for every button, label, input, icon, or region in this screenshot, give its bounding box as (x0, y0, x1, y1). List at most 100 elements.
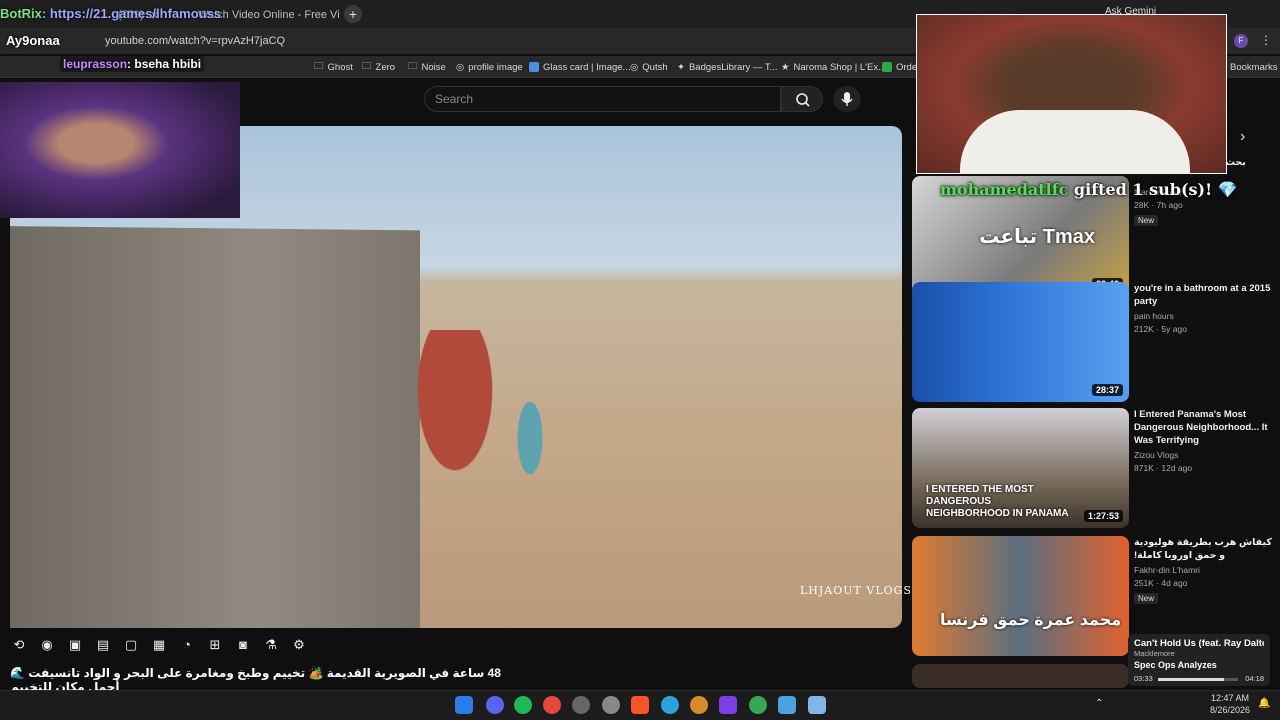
track-progress[interactable] (1158, 678, 1238, 681)
video-scene-person (390, 330, 520, 530)
brave-icon[interactable] (631, 696, 649, 714)
profile-avatar[interactable]: F (1234, 34, 1248, 48)
chrome-icon[interactable] (749, 696, 767, 714)
bookmark-item[interactable]: 🗀 Ghost (314, 60, 353, 74)
thumbnail-text: تباعت Tmax (979, 226, 1095, 248)
mic-icon (841, 92, 853, 106)
bookmark-item[interactable]: ★ Naroma Shop | L'Ex... (781, 60, 886, 74)
subtitles-icon[interactable]: ▦ (150, 637, 168, 653)
new-badge: New (1134, 593, 1159, 604)
bot-name: BotRix (0, 6, 42, 21)
view-count: 28K · 7h ago (1134, 200, 1183, 210)
plus-icon (882, 62, 892, 72)
video-meta[interactable]: I Entered Panama's Most Dangerous Neighb… (1134, 408, 1274, 473)
bookmark-item[interactable]: ◎ profile image (456, 60, 523, 74)
add-icon[interactable]: ⊞ (206, 637, 224, 653)
clock-date: 8/26/2026 (1209, 705, 1251, 715)
thumbnail-text: I ENTERED THE MOST DANGEROUS NEIGHBORHOO… (926, 484, 1069, 519)
github-icon[interactable] (602, 696, 620, 714)
windows-start-icon[interactable] (455, 696, 473, 714)
progress-fill (1158, 678, 1225, 681)
channel-name[interactable]: pain hours (1134, 311, 1274, 321)
taskbar-clock[interactable]: 12:47 AM 8/26/2026 (1205, 692, 1255, 716)
folder-icon: 🗀 (314, 61, 324, 72)
screenshot-icon[interactable]: ▢ (122, 637, 140, 653)
gift-user: mohamedatlfc (940, 180, 1069, 199)
app-icon[interactable] (778, 696, 796, 714)
camera-icon[interactable]: ◙ (234, 637, 252, 653)
video-watermark: LHJAOUT VLOGS (800, 584, 912, 597)
search-input[interactable]: Search (424, 86, 781, 112)
total-time: 04:18 (1245, 674, 1264, 683)
video-title: كيفاش هرب بطريقة هوليودية و حمق اوروبا ك… (1134, 537, 1272, 561)
globe-icon: ◎ (456, 61, 465, 73)
notepad-icon[interactable] (808, 696, 826, 714)
voice-search-button[interactable] (833, 86, 861, 112)
media-widget[interactable]: Can't Hold Us (feat. Ray Dalton) Macklem… (1128, 634, 1270, 686)
bookmark-item[interactable]: 🗀 Zero (362, 60, 395, 74)
clip-icon[interactable]: ▤ (94, 637, 112, 653)
video-thumbnail[interactable]: محمد عمرة حمق فرنسا (912, 536, 1129, 656)
chat-user: leuprasson (63, 57, 128, 71)
chat-text: : bseha hbibi (127, 57, 202, 71)
bookmark-item[interactable]: Glass card | Image... (529, 60, 630, 74)
speed-icon[interactable]: ◔ (178, 637, 196, 653)
view-count: 871K · 12d ago (1134, 463, 1193, 473)
bookmark-item[interactable]: ✦ BadgesLibrary — T... (677, 60, 778, 74)
player-controls: ⟲ ◉ ▣ ▤ ▢ ▦ ◔ ⊞ ◙ ⚗ ⚙ (10, 634, 308, 656)
view-count: 212K · 5y ago (1134, 324, 1187, 334)
url-field[interactable]: youtube.com/watch?v=rpvAzH7jaCQ (105, 35, 285, 47)
audio-icon[interactable]: ◉ (38, 637, 56, 653)
notification-icon[interactable]: 🔔 (1258, 698, 1270, 709)
new-tab-button[interactable]: + (344, 5, 362, 23)
menu-icon[interactable]: ⋮ (1260, 33, 1272, 47)
bookmark-item[interactable]: ◎ Qutsh (630, 60, 668, 74)
track-artist: Macklemore (1134, 649, 1175, 658)
reaction-overlay-shirt (960, 110, 1190, 174)
discord-icon[interactable] (486, 696, 504, 714)
chevron-up-icon[interactable]: ⌃ (1095, 698, 1103, 709)
telegram-icon[interactable] (661, 696, 679, 714)
view-count: 251K · 4d ago (1134, 578, 1188, 588)
chrome-icon[interactable] (543, 696, 561, 714)
streamer-webcam (0, 82, 240, 218)
video-thumbnail[interactable]: 28:37 (912, 282, 1129, 402)
duration-badge: 28:37 (1091, 384, 1123, 396)
app-icon[interactable] (719, 696, 737, 714)
next-track: Spec Ops Analyzes (1134, 660, 1217, 670)
star-icon: ★ (781, 61, 790, 73)
all-bookmarks[interactable]: Bookmarks (1230, 60, 1278, 74)
badge-icon: ✦ (677, 61, 685, 73)
video-meta[interactable]: you're in a bathroom at a 2015 party pai… (1134, 282, 1274, 334)
video-thumbnail[interactable]: I ENTERED THE MOST DANGEROUS NEIGHBORHOO… (912, 408, 1129, 528)
gift-alert: mohamedatlfc gifted 1 sub(s)! 💎 (940, 180, 1238, 199)
bot-link: : https://21.games/lhfamouss (41, 6, 222, 21)
channel-name[interactable]: Fakhr-din L'hamri (1134, 565, 1274, 575)
video-title: I Entered Panama's Most Dangerous Neighb… (1134, 409, 1268, 446)
spotify-icon[interactable] (514, 696, 532, 714)
loop-icon[interactable]: ⟲ (10, 637, 28, 653)
video-thumbnail[interactable] (912, 664, 1129, 688)
chevron-right-icon[interactable]: › (1240, 128, 1245, 146)
lab-icon[interactable]: ⚗ (262, 637, 280, 653)
search-icon (796, 93, 810, 107)
folder-icon: 🗀 (362, 61, 372, 72)
bookmark-item[interactable]: Order (882, 60, 920, 74)
elapsed-time: 03:33 (1134, 674, 1153, 683)
duration-badge: 1:27:53 (1083, 510, 1123, 522)
thumbnail-text: محمد عمرة حمق فرنسا (940, 612, 1122, 629)
video-scene-child (505, 390, 555, 510)
image-icon (529, 62, 539, 72)
app-icon[interactable] (690, 696, 708, 714)
track-title: Can't Hold Us (feat. Ray Dalton) (1134, 638, 1264, 649)
obs-icon[interactable] (572, 696, 590, 714)
bot-message: BotRix: https://21.games/lhfamouss (0, 6, 221, 21)
channel-name[interactable]: Zizou Vlogs (1134, 450, 1274, 460)
search-button[interactable] (781, 86, 823, 112)
video-meta[interactable]: كيفاش هرب بطريقة هوليودية و حمق اوروبا ك… (1134, 536, 1274, 606)
clock-time: 12:47 AM (1210, 693, 1250, 703)
bookmark-item[interactable]: 🗀 Noise (408, 60, 446, 74)
miniplayer-icon[interactable]: ▣ (66, 637, 84, 653)
video-scene-tent (10, 226, 420, 628)
gear-icon[interactable]: ⚙ (290, 637, 308, 653)
